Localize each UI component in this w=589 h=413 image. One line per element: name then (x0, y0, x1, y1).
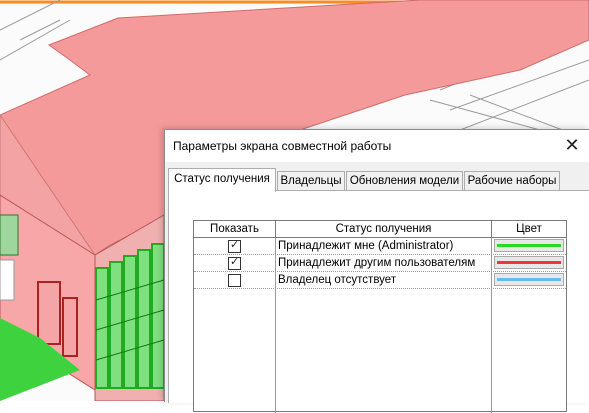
dialog-title: Параметры экрана совместной работы (173, 139, 392, 153)
check-icon: ✓ (230, 238, 240, 251)
color-line (497, 244, 561, 247)
dialog-titlebar: Параметры экрана совместной работы ✕ (165, 130, 589, 162)
table-row: Владелец отсутствует (194, 272, 566, 289)
column-header-status[interactable]: Статус получения (276, 221, 492, 238)
color-line (497, 278, 561, 281)
close-icon[interactable]: ✕ (554, 130, 589, 162)
status-label: Владелец отсутствует (278, 274, 397, 286)
color-swatch[interactable] (494, 273, 564, 286)
color-swatch[interactable] (494, 239, 564, 252)
check-icon: ✓ (230, 255, 240, 268)
color-swatch[interactable] (494, 256, 564, 269)
column-header-show[interactable]: Показать (194, 221, 276, 238)
collaboration-display-dialog: Параметры экрана совместной работы ✕ Ста… (164, 129, 589, 413)
show-checkbox[interactable] (228, 274, 241, 287)
tab-worksets[interactable]: Рабочие наборы (464, 171, 560, 191)
tab-model-updates[interactable]: Обновления модели (346, 171, 463, 191)
tab-panel: Показать Статус получения Цвет ✓ Принадл… (168, 190, 589, 413)
table-row: ✓ Принадлежит мне (Administrator) (194, 238, 566, 255)
status-label: Принадлежит другим пользователям (278, 257, 476, 269)
tab-checkout-status[interactable]: Статус получения (168, 168, 276, 192)
table-row: ✓ Принадлежит другим пользователям (194, 255, 566, 272)
column-header-color[interactable]: Цвет (492, 221, 566, 238)
tab-owners[interactable]: Владельцы (277, 171, 345, 191)
color-line (497, 261, 561, 264)
show-checkbox[interactable]: ✓ (228, 238, 241, 253)
show-checkbox[interactable]: ✓ (228, 255, 241, 270)
status-label: Принадлежит мне (Administrator) (278, 240, 454, 252)
status-table: Показать Статус получения Цвет ✓ Принадл… (193, 220, 567, 413)
